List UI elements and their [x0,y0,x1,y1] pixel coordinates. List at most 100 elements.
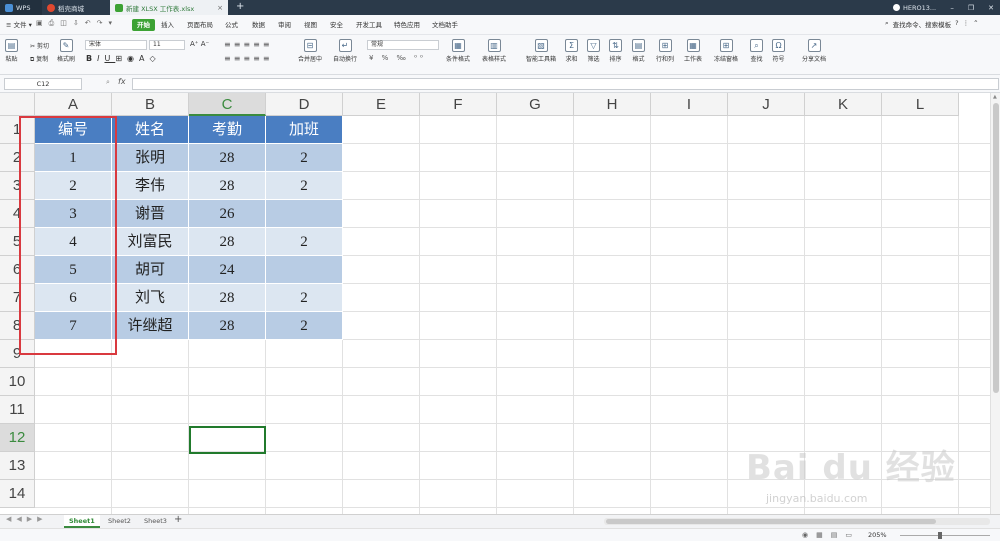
column-header-k[interactable]: K [805,93,882,116]
normal-view-icon[interactable]: ▦ [816,531,823,539]
vertical-scrollbar[interactable]: ▲ [990,93,1000,514]
menu-security[interactable]: 安全 [330,19,343,31]
row-header-12[interactable]: 12 [0,424,35,452]
column-header-b[interactable]: B [112,93,189,116]
font-color-icon[interactable]: A [139,54,149,63]
restore-icon[interactable]: ❐ [968,4,974,12]
format-button[interactable]: ▤ 格式 [632,39,645,63]
sheet-tab-2[interactable]: Sheet2 [103,515,136,528]
tab-document[interactable]: 新建 XLSX 工作表.xlsx × [110,0,228,15]
column-header-f[interactable]: F [420,93,497,116]
horizontal-scroll-thumb[interactable] [606,519,936,524]
format-painter-button[interactable]: ✎ 格式刷 [57,39,75,63]
table-cell[interactable]: 胡可 [112,256,189,284]
table-cell[interactable]: 刘富民 [112,228,189,256]
column-header-e[interactable]: E [343,93,420,116]
share-doc-button[interactable]: ↗ 分享文档 [802,39,826,63]
menu-data[interactable]: 数据 [252,19,265,31]
table-cell[interactable]: 李伟 [112,172,189,200]
table-cell[interactable]: 张明 [112,144,189,172]
horizontal-scrollbar[interactable] [604,518,990,525]
undo-icon[interactable]: ↶ [85,19,91,28]
close-tab-icon[interactable]: × [217,4,223,12]
table-cell[interactable] [266,200,343,228]
menu-developer[interactable]: 开发工具 [356,19,382,31]
table-cell[interactable]: 2 [266,284,343,312]
menu-file[interactable]: ≡ 文件 ▾ [6,19,32,31]
table-cell[interactable]: 28 [189,228,266,256]
paste-button[interactable]: ▤ 粘贴 [5,39,18,63]
row-header-14[interactable]: 14 [0,480,35,508]
zoom-slider-knob[interactable] [938,532,942,539]
menu-start[interactable]: 开始 [132,19,155,31]
export-icon[interactable]: ⇩ [73,19,79,28]
more-options-icon[interactable]: ⋮ [963,19,970,29]
copy-button[interactable]: ⧉ 复制 [30,54,48,64]
user-account[interactable]: HERO13... [893,0,936,15]
symbol-button[interactable]: Ω 符号 [772,39,785,63]
formula-input[interactable] [132,78,999,90]
zoom-formula-icon[interactable]: ⌕ [106,78,110,87]
vertical-scroll-thumb[interactable] [993,103,999,393]
collapse-ribbon-icon[interactable]: ⌃ [973,19,978,29]
print-preview-icon[interactable]: ◫ [60,19,67,28]
menu-formulas[interactable]: 公式 [225,19,238,31]
menu-page-layout[interactable]: 页面布局 [187,19,213,31]
number-format-buttons[interactable]: ¥ % ‰ ⁰⁰ [369,54,426,62]
column-header-l[interactable]: L [882,93,959,116]
worksheet-button[interactable]: ▦ 工作表 [684,39,702,63]
menu-special-apps[interactable]: 特色应用 [394,19,420,31]
redo-icon[interactable]: ↷ [97,19,103,28]
table-cell[interactable]: 2 [266,172,343,200]
column-header-a[interactable]: A [35,93,112,116]
tab-wps[interactable]: WPS [0,0,42,15]
table-cell[interactable] [266,256,343,284]
menu-view[interactable]: 视图 [304,19,317,31]
column-header-g[interactable]: G [497,93,574,116]
cut-button[interactable]: ✂ 剪切 [30,41,49,50]
column-header-h[interactable]: H [574,93,651,116]
sheet-tab-3[interactable]: Sheet3 [139,515,172,528]
table-cell[interactable]: 2 [266,144,343,172]
command-search[interactable]: 查找命令、搜索模板 [893,19,952,29]
rows-cols-button[interactable]: ⊞ 行和列 [656,39,674,63]
fx-icon[interactable]: fx [118,77,126,86]
bold-icon[interactable]: B [86,54,97,63]
find-button[interactable]: ⌕ 查找 [750,39,763,63]
row-header-13[interactable]: 13 [0,452,35,480]
border-icon[interactable]: ⊞ [115,54,127,63]
align-buttons[interactable]: ≡≡≡≡≡ [224,54,273,63]
table-cell[interactable]: 28 [189,172,266,200]
print-icon[interactable]: ⎙ [49,19,55,28]
merge-center-button[interactable]: ⊟ 合并居中 [298,39,322,63]
eye-protection-icon[interactable]: ◉ [802,531,808,539]
table-cell[interactable]: 24 [189,256,266,284]
table-header-cell[interactable]: 姓名 [112,116,189,144]
font-name-select[interactable]: 宋体 [85,40,147,50]
select-all-corner[interactable] [0,93,35,116]
clear-icon[interactable]: ◇ [150,54,161,63]
menu-review[interactable]: 审阅 [278,19,291,31]
fill-color-icon[interactable]: ◉ [127,54,139,63]
column-header-c[interactable]: C [189,93,266,116]
new-tab-icon[interactable]: + [236,1,244,12]
active-cell-c12[interactable] [189,426,266,454]
table-cell[interactable]: 28 [189,312,266,340]
table-header-cell[interactable]: 加班 [266,116,343,144]
table-cell[interactable]: 2 [266,312,343,340]
column-header-d[interactable]: D [266,93,343,116]
minimize-icon[interactable]: – [950,4,954,12]
table-cell[interactable]: 26 [189,200,266,228]
close-window-icon[interactable]: ✕ [988,4,994,12]
align-top-buttons[interactable]: ≡≡≡≡≡ [224,40,273,49]
help-icon[interactable]: ? [955,19,958,29]
name-box[interactable]: C12 [4,78,82,90]
table-cell[interactable]: 许继超 [112,312,189,340]
wrap-text-button[interactable]: ↵ 自动换行 [333,39,357,63]
font-grow-icon[interactable]: A⁺ A⁻ [190,40,209,48]
row-header-11[interactable]: 11 [0,396,35,424]
filter-button[interactable]: ▽ 筛选 [587,39,600,63]
search-icon[interactable]: ⌕ [885,19,889,29]
freeze-panes-button[interactable]: ⊞ 冻结窗格 [714,39,738,63]
sheet-nav-arrows[interactable]: ◀◀▶▶ [6,515,48,523]
